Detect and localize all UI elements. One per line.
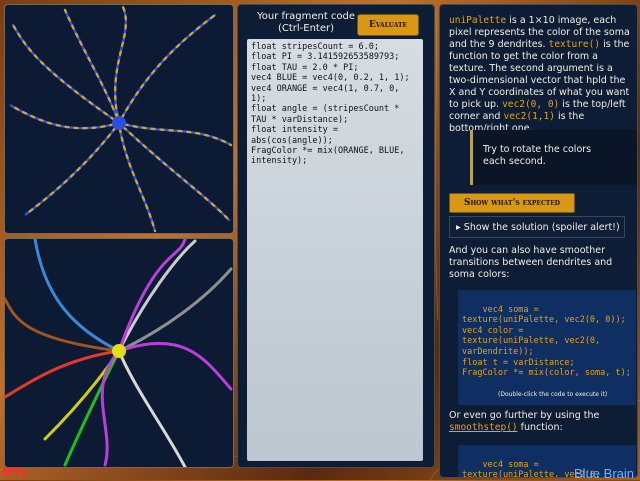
exercise-callout: Try to rotate the colors each second.	[470, 130, 637, 185]
explanation-text: Or even go further by using the	[449, 410, 600, 421]
code-term: vec2(0, 0)	[502, 99, 560, 110]
exercise-text: Try to rotate the colors each second.	[483, 144, 592, 167]
show-expected-button[interactable]: Show what's expected	[449, 193, 575, 213]
palette-explanation: uniPalette is a 1×10 image, each pixel r…	[449, 15, 631, 135]
explanation-text: function:	[517, 422, 563, 433]
double-click-hint: (Double-click the code to execute it)	[498, 391, 608, 399]
neuron-render-striped	[8, 5, 233, 233]
example-code: vec4 soma = texture(uniPalette, vec2(0, …	[462, 304, 631, 379]
blue-brain-logo: Blue Brain	[574, 466, 634, 481]
code-editor[interactable]: float stripesCount = 6.0; float PI = 3.1…	[247, 39, 423, 461]
doc-panel: uniPalette is a 1×10 image, each pixel r…	[439, 4, 638, 478]
smoothstep-link[interactable]: smoothstep()	[449, 422, 518, 433]
neuron-view-top[interactable]	[4, 4, 234, 234]
smoothstep-text: Or even go further by using the smoothst…	[449, 410, 631, 434]
neuron-view-bottom[interactable]	[4, 238, 234, 468]
code-term: texture()	[548, 39, 601, 50]
smoother-transitions-text: And you can also have smoother transitio…	[449, 245, 613, 280]
epfl-logo: EPFL	[2, 466, 27, 478]
neuron-render-colored	[5, 239, 233, 467]
evaluate-button[interactable]: Evaluate	[357, 14, 419, 36]
code-term: vec2(1,1)	[503, 111, 555, 122]
show-solution-toggle[interactable]: ▸ Show the solution (spoiler alert!)	[449, 216, 625, 238]
example-code-block[interactable]: vec4 soma = texture(uniPalette, vec2(0, …	[458, 290, 636, 405]
code-term: uniPalette	[449, 15, 507, 26]
code-panel: Your fragment code (Ctrl-Enter) Evaluate…	[237, 4, 435, 468]
editor-title: Your fragment code (Ctrl-Enter)	[256, 11, 356, 34]
